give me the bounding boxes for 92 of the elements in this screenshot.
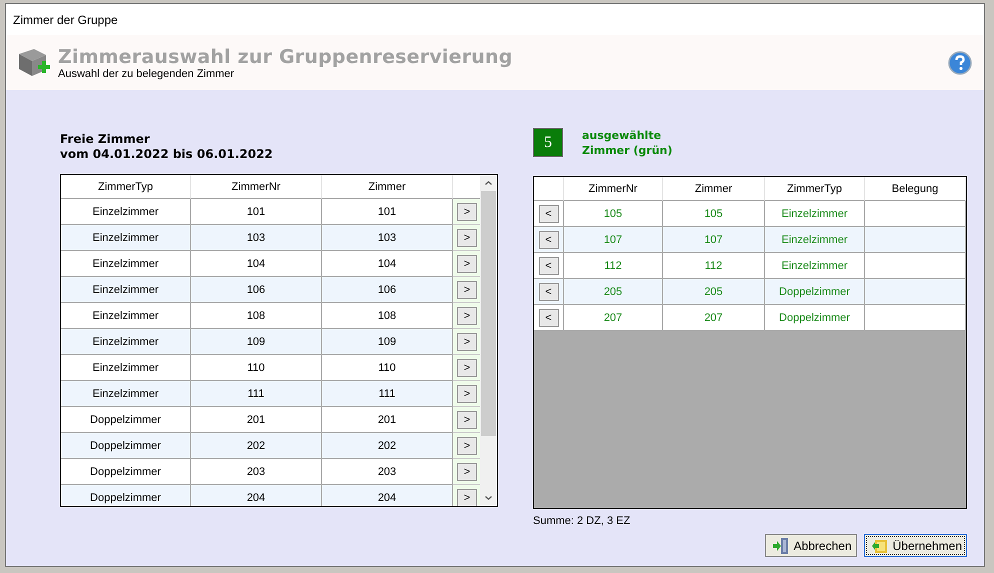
scroll-thumb[interactable] — [481, 191, 496, 436]
table-cell: Einzelzimmer — [61, 303, 191, 329]
table-cell: 103 — [191, 225, 322, 251]
accept-button[interactable]: Übernehmen — [864, 534, 967, 557]
table-cell: 103 — [322, 225, 453, 251]
table-cell: 105 — [564, 201, 663, 227]
add-room-button[interactable]: > — [457, 228, 477, 246]
summary-text: Summe: 2 DZ, 3 EZ — [533, 515, 632, 527]
table-cell: 101 — [322, 199, 453, 225]
table-cell: 109 — [322, 329, 453, 355]
scrollbar[interactable] — [480, 175, 497, 506]
add-room-button[interactable]: > — [457, 462, 477, 480]
scroll-up-icon[interactable] — [485, 181, 492, 185]
remove-room-button[interactable]: < — [538, 282, 558, 300]
dialog-subtitle: Auswahl der zu belegenden Zimmer — [58, 68, 236, 80]
table-cell: Doppelzimmer — [61, 433, 191, 459]
table-cell: 203 — [191, 459, 322, 485]
table-cell: 104 — [191, 251, 322, 277]
table-cell: 106 — [191, 277, 322, 303]
exit-door-icon — [772, 536, 790, 554]
remove-room-button[interactable]: < — [538, 308, 558, 326]
table-cell: 111 — [322, 381, 453, 407]
remove-room-button[interactable]: < — [538, 204, 558, 222]
add-room-button[interactable]: > — [457, 410, 477, 428]
table-cell: Doppelzimmer — [765, 279, 865, 305]
selected-count: 5 — [533, 128, 563, 157]
table-cell: Einzelzimmer — [765, 201, 865, 227]
table-cell: 107 — [564, 227, 663, 253]
table-cell: 104 — [322, 251, 453, 277]
table-cell: 205 — [564, 279, 663, 305]
window-title: Zimmer der Gruppe — [13, 12, 118, 26]
table-cell: 108 — [191, 303, 322, 329]
table-cell: 202 — [191, 433, 322, 459]
table-cell: 105 — [663, 201, 765, 227]
table-cell: 207 — [564, 305, 663, 331]
table-cell: Einzelzimmer — [61, 277, 191, 303]
selected-label: Zimmer (grün) — [582, 143, 672, 158]
table-cell: 204 — [322, 485, 453, 506]
table-cell: 201 — [191, 407, 322, 433]
table-cell: 112 — [564, 253, 663, 279]
table-cell: Einzelzimmer — [765, 227, 865, 253]
help-icon[interactable] — [948, 50, 972, 74]
table-cell: Einzelzimmer — [61, 251, 191, 277]
column-header: ZimmerTyp — [765, 177, 865, 201]
table-cell: Doppelzimmer — [61, 459, 191, 485]
table-cell: 107 — [663, 227, 765, 253]
table-cell: 201 — [322, 407, 453, 433]
column-header: Zimmer — [322, 175, 453, 199]
table-cell: 111 — [191, 381, 322, 407]
column-header: ZimmerNr — [191, 175, 322, 199]
add-room-button[interactable]: > — [457, 488, 477, 506]
column-header: ZimmerTyp — [61, 175, 191, 199]
table-cell: Doppelzimmer — [765, 305, 865, 331]
table-cell: 202 — [322, 433, 453, 459]
add-room-button[interactable]: > — [457, 202, 477, 220]
table-cell: 109 — [191, 329, 322, 355]
table-cell: Einzelzimmer — [61, 329, 191, 355]
section-heading: vom 04.01.2022 bis 06.01.2022 — [60, 147, 274, 162]
table-cell: Einzelzimmer — [61, 355, 191, 381]
add-room-button[interactable]: > — [457, 384, 477, 402]
add-room-button[interactable]: > — [457, 358, 477, 376]
table-cell: Einzelzimmer — [61, 199, 191, 225]
selected-label: ausgewählte — [582, 128, 662, 143]
column-header: Zimmer — [663, 177, 765, 201]
table-cell: Doppelzimmer — [61, 407, 191, 433]
table-cell: 205 — [663, 279, 765, 305]
remove-room-button[interactable]: < — [538, 230, 558, 248]
add-room-button[interactable]: > — [457, 254, 477, 272]
add-room-button[interactable]: > — [457, 306, 477, 324]
table-cell: 207 — [663, 305, 765, 331]
table-cell: 110 — [191, 355, 322, 381]
table-cell: Einzelzimmer — [61, 381, 191, 407]
column-header: ZimmerNr — [564, 177, 663, 201]
table-cell: 112 — [663, 253, 765, 279]
add-room-button[interactable]: > — [457, 332, 477, 350]
add-room-button[interactable]: > — [457, 280, 477, 298]
cancel-button[interactable]: Abbrechen — [764, 534, 857, 557]
table-cell: 106 — [322, 277, 453, 303]
add-room-button[interactable]: > — [457, 436, 477, 454]
table-cell: 108 — [322, 303, 453, 329]
table-cell: 203 — [322, 459, 453, 485]
remove-room-button[interactable]: < — [538, 256, 558, 274]
section-heading: Freie Zimmer — [60, 132, 151, 147]
table-cell: Einzelzimmer — [61, 225, 191, 251]
table-cell: 101 — [191, 199, 322, 225]
table-cell: 110 — [322, 355, 453, 381]
table-cell: Doppelzimmer — [61, 485, 191, 506]
scroll-down-icon[interactable] — [485, 496, 492, 500]
dialog-heading: Zimmerauswahl zur Gruppenreservierung — [58, 46, 514, 68]
table-cell: Einzelzimmer — [765, 253, 865, 279]
table-cell: 204 — [191, 485, 322, 506]
column-header: Belegung — [865, 177, 966, 201]
